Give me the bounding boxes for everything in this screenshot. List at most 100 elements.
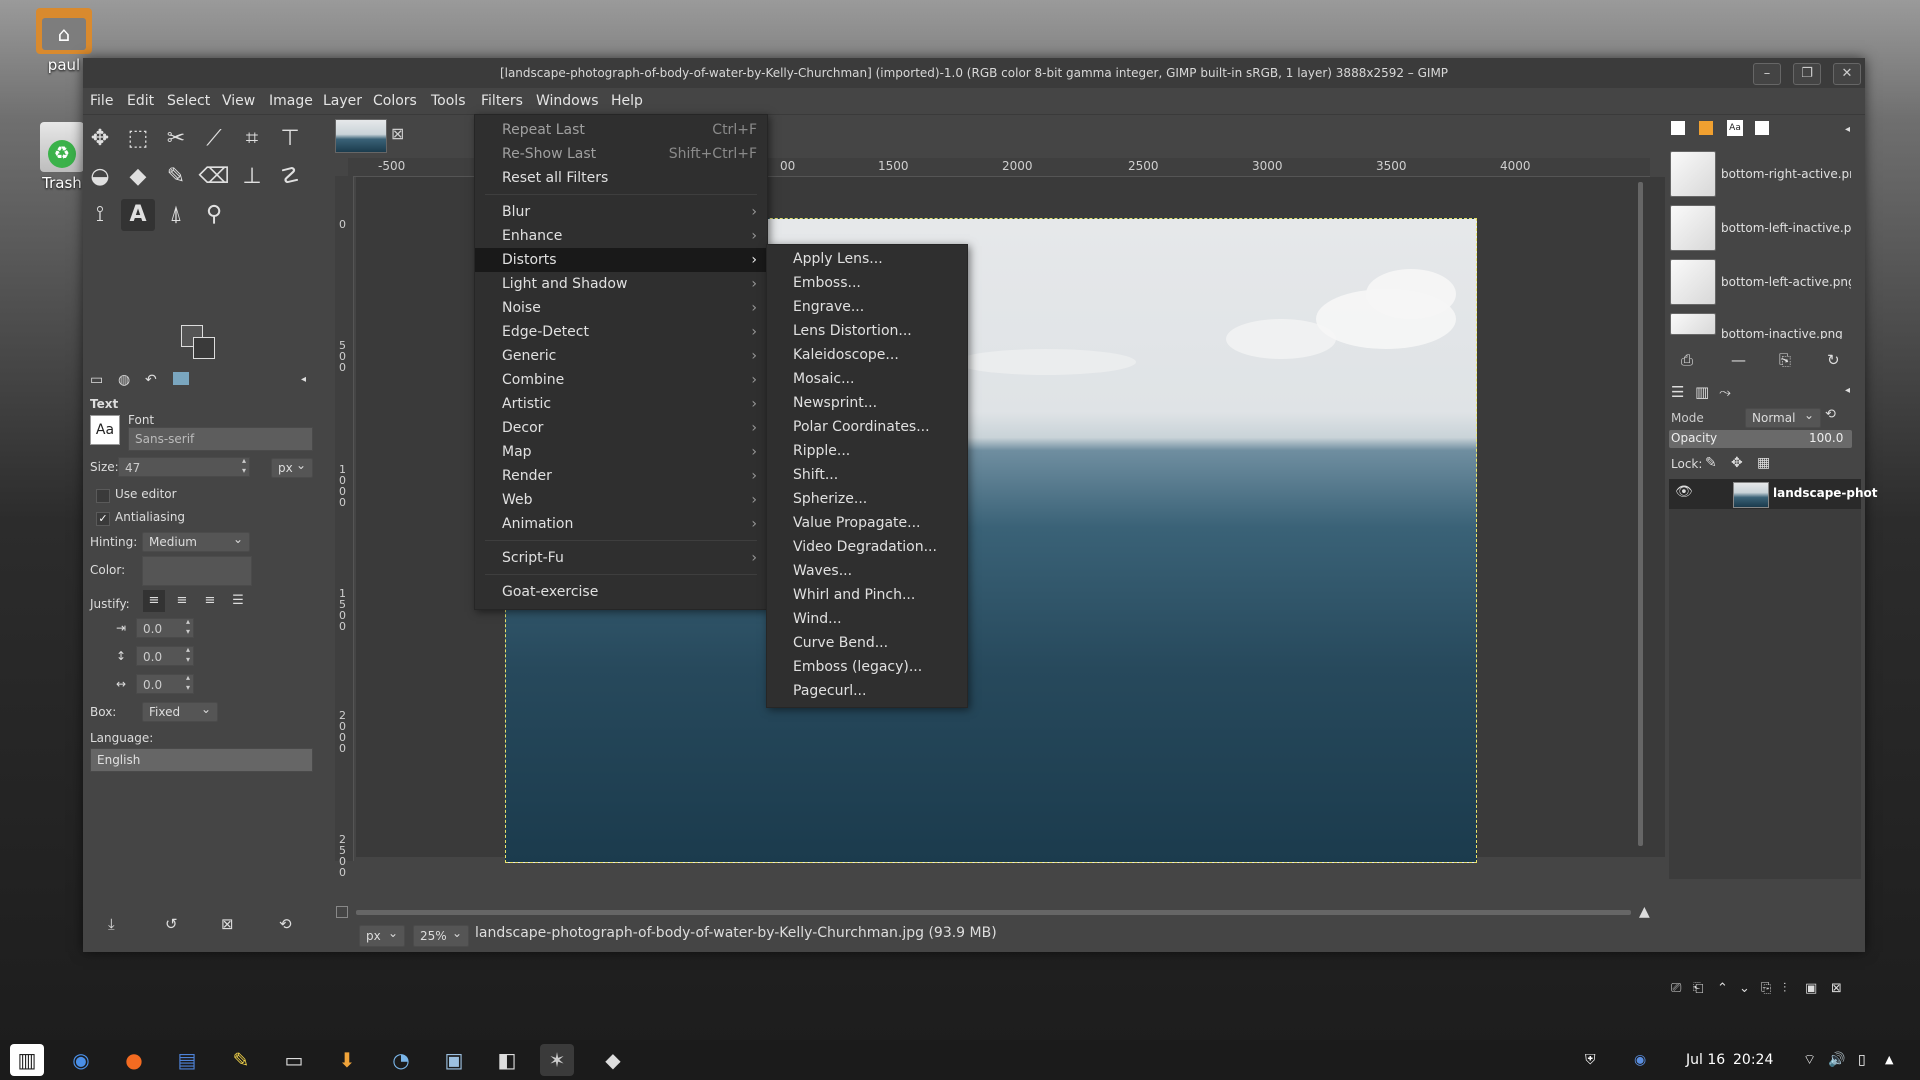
delete-brush-icon[interactable]: — (1731, 351, 1746, 369)
brush-name[interactable]: bottom-inactive.png (1721, 327, 1851, 339)
menu-item-value-propagate[interactable]: Value Propagate... (767, 511, 967, 535)
app-launcher-icon[interactable]: ◆ (596, 1044, 630, 1076)
save-tool-preset-icon[interactable]: ⤓ (108, 915, 115, 933)
chat-icon[interactable]: ◔ (384, 1044, 418, 1076)
menu-item-script-fu[interactable]: Script-Fu › (475, 546, 767, 570)
rect-select-tool-icon[interactable]: ⬚ (121, 123, 155, 155)
menu-item-video-degradation[interactable]: Video Degradation... (767, 535, 967, 559)
brush-name[interactable]: bottom-left-inactive.png (1721, 221, 1851, 235)
menu-item-distorts[interactable]: Distorts › (475, 248, 767, 272)
color-picker-tool-icon[interactable]: ⍋ (159, 199, 193, 231)
size-unit-select[interactable]: px (271, 456, 313, 478)
menu-item-repeat-last[interactable]: Repeat Last Ctrl+F (475, 118, 767, 142)
warp-tool-icon[interactable]: ◒ (83, 161, 117, 193)
document-history-tab-icon[interactable] (1755, 121, 1769, 135)
brush-thumbnail[interactable] (1670, 259, 1716, 305)
menu-item-pagecurl[interactable]: Pagecurl... (767, 679, 967, 703)
network-status-icon[interactable]: ◉ (1634, 1040, 1646, 1080)
battery-icon[interactable]: ▯ (1858, 1040, 1866, 1080)
duplicate-layer-icon[interactable]: ⎘ (1761, 981, 1771, 996)
new-layer-group-icon[interactable]: ⎚ (1671, 981, 1681, 996)
close-button[interactable]: ✕ (1833, 63, 1861, 85)
mask-layer-icon[interactable]: ▣ (1805, 981, 1817, 996)
duplicate-brush-icon[interactable]: ⎘ (1779, 351, 1791, 369)
menu-item-artistic[interactable]: Artistic › (475, 392, 767, 416)
minimize-button[interactable]: – (1753, 63, 1781, 85)
menu-item-newsprint[interactable]: Newsprint... (767, 391, 967, 415)
tool-options-tab-icon[interactable]: ▭ (90, 372, 103, 388)
raise-layer-icon[interactable]: ⌃ (1717, 981, 1728, 996)
reset-tool-options-icon[interactable]: ⟲ (279, 915, 292, 933)
menu-file[interactable]: File (90, 88, 113, 114)
layer-mode-select[interactable]: Normal (1745, 406, 1821, 428)
zoom-tool-icon[interactable]: ⚲ (197, 199, 231, 231)
device-status-tab-icon[interactable]: ◍ (118, 372, 130, 388)
fuzzy-select-tool-icon[interactable]: ⟋ (197, 123, 231, 155)
menu-select[interactable]: Select (167, 88, 210, 114)
unit-select[interactable]: px (359, 923, 405, 947)
patterns-tab-icon[interactable] (1699, 121, 1713, 135)
restore-tool-preset-icon[interactable]: ↺ (165, 915, 178, 933)
menu-item-goat-exercise[interactable]: Goat-exercise (475, 580, 767, 604)
menu-item-polar-coordinates[interactable]: Polar Coordinates... (767, 415, 967, 439)
screenshot-icon[interactable]: ▣ (437, 1044, 471, 1076)
language-input[interactable]: English (90, 748, 313, 772)
new-layer-icon[interactable]: ⎗ (1693, 981, 1703, 996)
size-input[interactable]: 47 (118, 456, 250, 477)
menu-item-reset-all-filters[interactable]: Reset all Filters (475, 166, 767, 190)
text-color-button[interactable] (142, 556, 252, 586)
justify-fill-icon[interactable]: ☰ (227, 590, 249, 612)
terminal-icon[interactable]: ▭ (277, 1044, 311, 1076)
gimp-taskbar-icon[interactable]: ✶ (540, 1044, 574, 1076)
menu-item-whirl-and-pinch[interactable]: Whirl and Pinch... (767, 583, 967, 607)
menu-item-emboss-legacy[interactable]: Emboss (legacy)... (767, 655, 967, 679)
menu-tools[interactable]: Tools (431, 88, 466, 114)
tray-expand-icon[interactable]: ▲ (1885, 1040, 1893, 1080)
menu-item-generic[interactable]: Generic › (475, 344, 767, 368)
hinting-select[interactable]: Medium (142, 530, 250, 552)
menu-item-apply-lens[interactable]: Apply Lens... (767, 247, 967, 271)
move-tool-icon[interactable]: ✥ (83, 123, 117, 155)
menu-item-spherize[interactable]: Spherize... (767, 487, 967, 511)
volume-icon[interactable]: 🔊 (1828, 1040, 1845, 1080)
menu-item-mosaic[interactable]: Mosaic... (767, 367, 967, 391)
clone-tool-icon[interactable]: ⊥ (235, 161, 269, 193)
font-input[interactable]: Sans-serif (128, 427, 313, 451)
menu-item-combine[interactable]: Combine › (475, 368, 767, 392)
lock-alpha-icon[interactable]: ▦ (1757, 455, 1770, 471)
justify-left-icon[interactable]: ≡ (143, 590, 165, 612)
menu-item-edge-detect[interactable]: Edge-Detect › (475, 320, 767, 344)
vertical-ruler[interactable]: 0 500 1000 1500 2000 2500 (335, 176, 354, 878)
images-tab-icon[interactable] (173, 372, 189, 385)
antialiasing-checkbox[interactable]: ✓ (96, 512, 110, 526)
firefox-icon[interactable]: ● (117, 1044, 151, 1076)
undo-history-tab-icon[interactable]: ↶ (145, 372, 157, 388)
paths-tool-icon[interactable]: ⟟ (83, 199, 117, 231)
menu-item-animation[interactable]: Animation › (475, 512, 767, 536)
lock-position-icon[interactable]: ✥ (1731, 455, 1743, 471)
line-spacing-input[interactable]: 0.0 (136, 645, 194, 666)
menu-item-render[interactable]: Render › (475, 464, 767, 488)
letter-spacing-input[interactable]: 0.0 (136, 673, 194, 694)
lock-pixels-icon[interactable]: ✎ (1705, 455, 1717, 471)
menu-filters[interactable]: Filters (481, 88, 523, 116)
merge-layer-icon[interactable]: ⫶ (1783, 981, 1786, 996)
eraser-tool-icon[interactable]: ⌫ (197, 161, 231, 193)
brush-thumbnail[interactable] (1670, 151, 1716, 197)
chromium-icon[interactable]: ◉ (64, 1044, 98, 1076)
menu-item-map[interactable]: Map › (475, 440, 767, 464)
delete-tool-preset-icon[interactable]: ⊠ (221, 915, 234, 933)
menu-item-waves[interactable]: Waves... (767, 559, 967, 583)
brushes-tab-icon[interactable] (1671, 121, 1685, 135)
download-manager-icon[interactable]: ⬇ (330, 1044, 364, 1076)
font-preview-icon[interactable]: Aa (90, 415, 120, 445)
menu-item-web[interactable]: Web › (475, 488, 767, 512)
brush-name[interactable]: bottom-left-active.png (1721, 275, 1851, 289)
menu-item-noise[interactable]: Noise › (475, 296, 767, 320)
delete-layer-icon[interactable]: ⊠ (1831, 981, 1842, 996)
brush-thumbnail[interactable] (1670, 313, 1716, 335)
smudge-tool-icon[interactable]: ☡ (273, 161, 307, 193)
brush-name[interactable]: bottom-right-active.png (1721, 167, 1851, 181)
software-center-icon[interactable]: ◧ (490, 1044, 524, 1076)
menu-item-light-and-shadow[interactable]: Light and Shadow › (475, 272, 767, 296)
